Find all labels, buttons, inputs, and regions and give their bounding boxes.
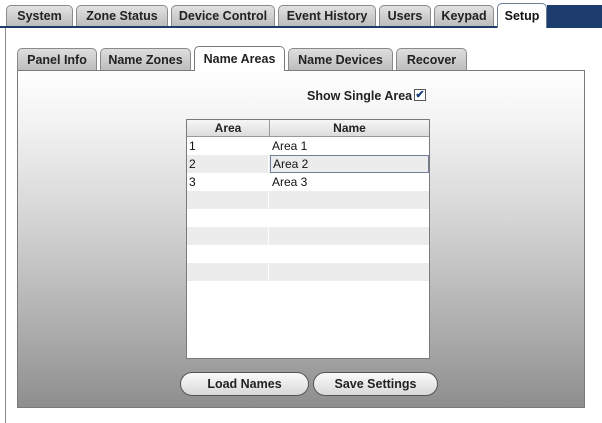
show-single-area-checkbox[interactable]: ✔ — [414, 89, 426, 101]
tab-name-zones[interactable]: Name Zones — [100, 48, 191, 70]
table-row[interactable]: 2 Area 2 — [187, 155, 429, 173]
area-number-cell — [187, 191, 269, 209]
area-name-cell[interactable]: Area 2 — [270, 155, 429, 173]
area-number-cell: 2 — [187, 155, 269, 173]
table-row[interactable] — [187, 245, 429, 263]
tab-setup[interactable]: Setup — [497, 3, 547, 28]
tab-zone-status[interactable]: Zone Status — [76, 5, 168, 26]
area-number-cell: 3 — [187, 173, 269, 191]
table-row[interactable] — [187, 227, 429, 245]
area-name-cell[interactable] — [270, 209, 429, 227]
area-name-cell[interactable] — [270, 263, 429, 281]
table-row[interactable]: 1 Area 1 — [187, 137, 429, 155]
area-number-cell — [187, 227, 269, 245]
save-settings-button[interactable]: Save Settings — [313, 372, 438, 396]
tab-keypad[interactable]: Keypad — [434, 5, 494, 26]
tab-event-history[interactable]: Event History — [278, 5, 376, 26]
tab-users[interactable]: Users — [379, 5, 431, 26]
tab-name-devices[interactable]: Name Devices — [288, 48, 393, 70]
table-row[interactable] — [187, 209, 429, 227]
table-row[interactable]: 3 Area 3 — [187, 173, 429, 191]
table-row[interactable] — [187, 191, 429, 209]
tab-device-control[interactable]: Device Control — [171, 5, 275, 26]
tab-bar-fill — [547, 5, 602, 27]
tab-panel-info[interactable]: Panel Info — [17, 48, 97, 70]
column-header-area[interactable]: Area — [187, 120, 270, 136]
top-tab-bar: System Zone Status Device Control Event … — [0, 0, 602, 28]
table-row[interactable] — [187, 263, 429, 281]
area-number-cell — [187, 245, 269, 263]
tab-name-areas[interactable]: Name Areas — [194, 46, 285, 71]
area-name-cell[interactable]: Area 1 — [270, 137, 429, 155]
area-number-cell — [187, 209, 269, 227]
area-name-cell[interactable]: Area 3 — [270, 173, 429, 191]
area-names-table: Area Name 1 Area 1 2 Area 2 3 Area 3 — [186, 119, 430, 359]
area-name-cell[interactable] — [270, 245, 429, 263]
area-name-cell[interactable] — [270, 227, 429, 245]
column-header-name[interactable]: Name — [270, 120, 429, 136]
tab-system[interactable]: System — [6, 5, 73, 26]
frame-border — [5, 28, 6, 423]
show-single-area-label: Show Single Area — [307, 89, 413, 103]
area-name-cell[interactable] — [270, 191, 429, 209]
table-body: 1 Area 1 2 Area 2 3 Area 3 — [187, 137, 429, 281]
tab-recover[interactable]: Recover — [396, 48, 467, 70]
area-number-cell: 1 — [187, 137, 269, 155]
area-number-cell — [187, 263, 269, 281]
table-header: Area Name — [187, 120, 429, 137]
load-names-button[interactable]: Load Names — [180, 372, 309, 396]
